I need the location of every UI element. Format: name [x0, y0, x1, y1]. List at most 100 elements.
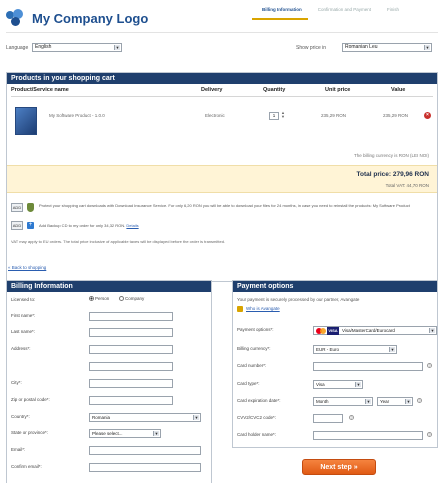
remove-item-icon[interactable]: × [424, 112, 431, 119]
help-icon[interactable]: ? [349, 415, 354, 420]
quantity-input[interactable]: 1 [269, 112, 279, 120]
radio-person-dot[interactable] [89, 296, 94, 302]
quantity-stepper[interactable]: ▲ ▼ [281, 111, 285, 119]
payment-method-label: Payment options*: [237, 327, 274, 332]
preferences-row: Language English ▼ Show price in Romania… [6, 43, 438, 53]
add-insurance-button[interactable]: ADD [11, 203, 23, 212]
price-currency-select[interactable]: Romanian Leu ▼ [342, 43, 432, 52]
state-value: Please select... [92, 431, 123, 436]
card-holder-field[interactable] [313, 431, 423, 440]
billing-currency-label: Billing currency*: [237, 346, 271, 351]
card-number-field[interactable] [313, 362, 423, 371]
help-icon[interactable]: ? [427, 432, 432, 437]
vat-note: VAT may apply to EU orders. The total pr… [11, 239, 226, 244]
chevron-down-icon: ▼ [405, 399, 411, 404]
payment-method-select[interactable]: VISA Visa/MasterCard/Eurocard ▼ [313, 326, 437, 335]
chevron-down-icon: ▼ [193, 415, 199, 420]
payment-method-row: Payment options*: VISA Visa/MasterCard/E… [237, 326, 437, 335]
addon-backup-text: Add Backup CD to my order for only 34,32… [39, 223, 126, 228]
total-vat: Total VAT: 44,70 RON [385, 183, 429, 188]
backup-details-link[interactable]: Details [126, 223, 138, 228]
company-logo[interactable]: My Company Logo [6, 6, 166, 30]
step-confirmation-payment: Confirmation and Payment [317, 7, 372, 12]
who-is-avangate-link[interactable]: Who is Avangate [246, 306, 280, 311]
language-value: English [35, 44, 52, 50]
cvv-field[interactable] [313, 414, 343, 423]
payment-title: Payment options [233, 281, 437, 292]
header-divider [6, 32, 438, 33]
licensed-to-row: Licensed to: Person Company [11, 296, 209, 305]
state-row: State or province*: Please select... ▼ [11, 429, 209, 438]
card-type-value: Visa [316, 382, 325, 387]
card-holder-row: Card holder name*: ? [237, 431, 435, 440]
city-field[interactable] [89, 379, 173, 388]
help-icon[interactable]: ? [417, 398, 422, 403]
addon-insurance-text: Protect your shopping cart downloads wit… [39, 203, 410, 208]
back-to-shopping-link[interactable]: « Back to shopping [8, 265, 46, 270]
addon-backup-text-wrap: Add Backup CD to my order for only 34,32… [39, 223, 435, 228]
state-label: State or province*: [11, 430, 49, 435]
next-step-button[interactable]: Next step » [302, 459, 376, 475]
chevron-down-icon: ▼ [365, 399, 371, 404]
product-box-image [15, 107, 37, 135]
col-product: Product/Service name [11, 87, 69, 93]
card-type-select[interactable]: Visa ▼ [313, 380, 363, 389]
secure-note: Your payment is securely processed by ou… [237, 297, 360, 302]
year-value: Year [380, 399, 390, 404]
confirm-email-field[interactable] [89, 463, 201, 472]
country-label: Country*: [11, 414, 30, 419]
zip-field[interactable] [89, 396, 173, 405]
table-row: My Software Product - 1.0.0 Electronic 1… [11, 103, 435, 139]
radio-company-dot[interactable] [119, 296, 124, 302]
confirm-email-row: Confirm email*: [11, 463, 209, 472]
cvv-label: CVV2/CVC2 code*: [237, 415, 277, 420]
billing-information-panel: Billing Information Licensed to: Person … [6, 280, 212, 483]
email-row: Email*: [11, 446, 209, 455]
licensed-label: Licensed to: [11, 297, 36, 302]
lock-icon [237, 306, 243, 312]
totals-box: Total price: 279,96 RON Total VAT: 44,70… [7, 165, 437, 193]
chevron-down-icon: ▼ [114, 45, 120, 50]
expiration-year-select[interactable]: Year ▼ [377, 397, 413, 406]
col-unit-price: Unit price [325, 87, 351, 93]
country-select[interactable]: Romania ▼ [89, 413, 201, 422]
shopping-cart-panel: Products in your shopping cart Product/S… [6, 72, 438, 282]
address-field[interactable] [89, 345, 173, 354]
col-delivery: Delivery [201, 87, 223, 93]
language-label: Language [6, 45, 29, 51]
state-select[interactable]: Please select... ▼ [89, 429, 161, 438]
billing-currency-select[interactable]: EUR - Euro ▼ [313, 345, 397, 354]
chevron-down-icon: ▼ [389, 347, 395, 352]
payment-options-panel: Payment options Your payment is securely… [232, 280, 438, 448]
card-holder-label: Card holder name*: [237, 432, 277, 437]
col-quantity: Quantity [263, 87, 286, 93]
last-name-field[interactable] [89, 328, 173, 337]
checkout-steps: Billing Information Confirmation and Pay… [252, 4, 444, 20]
step-billing-information: Billing Information [252, 4, 308, 20]
help-icon[interactable]: ? [427, 363, 432, 368]
radio-person-label: Person [95, 296, 110, 301]
address-field-line2[interactable] [89, 362, 173, 371]
first-name-field[interactable] [89, 312, 173, 321]
mastercard-icon [316, 327, 326, 335]
addon-backup-cd: ADD + Add Backup CD to my order for only… [11, 221, 435, 233]
last-name-label: Last name*: [11, 329, 36, 334]
expiration-month-select[interactable]: Month ▼ [313, 397, 373, 406]
product-value: 235,29 RON [383, 113, 409, 118]
addon-download-insurance: ADD Protect your shopping cart downloads… [11, 203, 435, 215]
billing-title: Billing Information [7, 281, 211, 292]
radio-company[interactable]: Company [119, 296, 145, 302]
product-unit-price: 235,29 RON [321, 113, 347, 118]
logo-icon [6, 9, 28, 27]
radio-company-label: Company [125, 296, 145, 301]
shield-icon [27, 203, 34, 212]
city-label: City*: [11, 380, 22, 385]
address-label: Address*: [11, 346, 31, 351]
price-currency-value: Romanian Leu [345, 44, 378, 50]
add-backup-cd-button[interactable]: ADD [11, 221, 23, 230]
radio-person[interactable]: Person [89, 296, 110, 302]
chevron-down-icon: ▼ [424, 45, 430, 50]
card-type-label: Card type*: [237, 381, 260, 386]
email-field[interactable] [89, 446, 201, 455]
language-select[interactable]: English ▼ [32, 43, 122, 52]
